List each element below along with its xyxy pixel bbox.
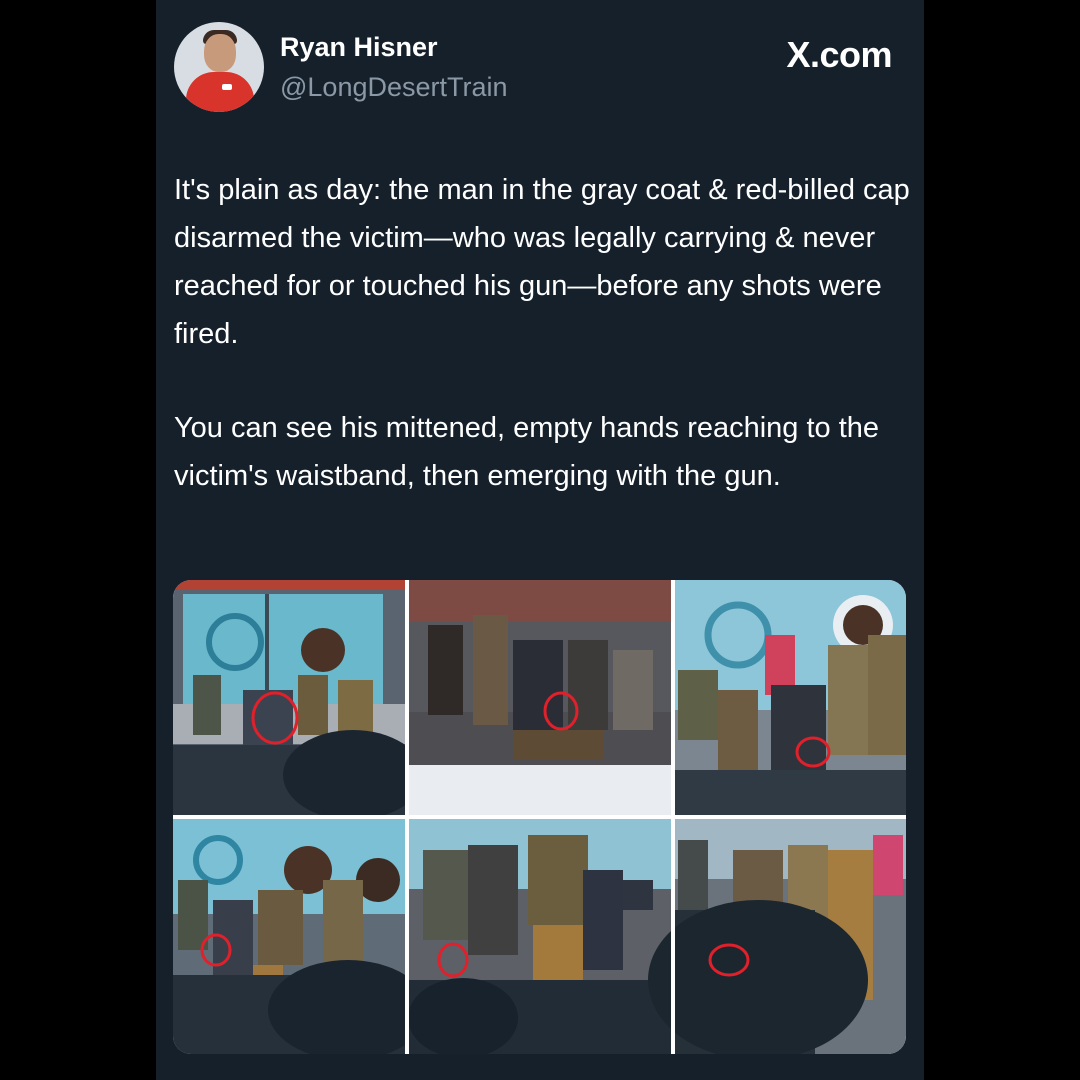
author-handle[interactable]: @LongDesertTrain [280, 72, 508, 103]
collage-svg [173, 580, 906, 1054]
tweet-paragraph-1: It's plain as day: the man in the gray c… [174, 174, 910, 350]
tweet-paragraph-2: You can see his mittened, empty hands re… [174, 412, 880, 492]
avatar-logo [222, 84, 232, 90]
media-panel-6[interactable] [648, 819, 906, 1054]
media-collage[interactable] [173, 580, 906, 1054]
avatar[interactable] [174, 22, 264, 112]
media-panel-1[interactable] [173, 580, 423, 820]
avatar-face [204, 34, 236, 72]
author-name[interactable]: Ryan Hisner [280, 32, 438, 63]
brand-watermark: X.com [786, 34, 892, 75]
tweet-card: Ryan Hisner @LongDesertTrain X.com It's … [156, 0, 924, 1080]
media-panel-3[interactable] [675, 580, 906, 815]
avatar-shirt [186, 72, 254, 112]
tweet-text: It's plain as day: the man in the gray c… [174, 166, 914, 500]
media-panel-5[interactable] [408, 819, 671, 1054]
media-panel-2[interactable] [409, 580, 671, 815]
media-panel-4[interactable] [173, 819, 428, 1054]
